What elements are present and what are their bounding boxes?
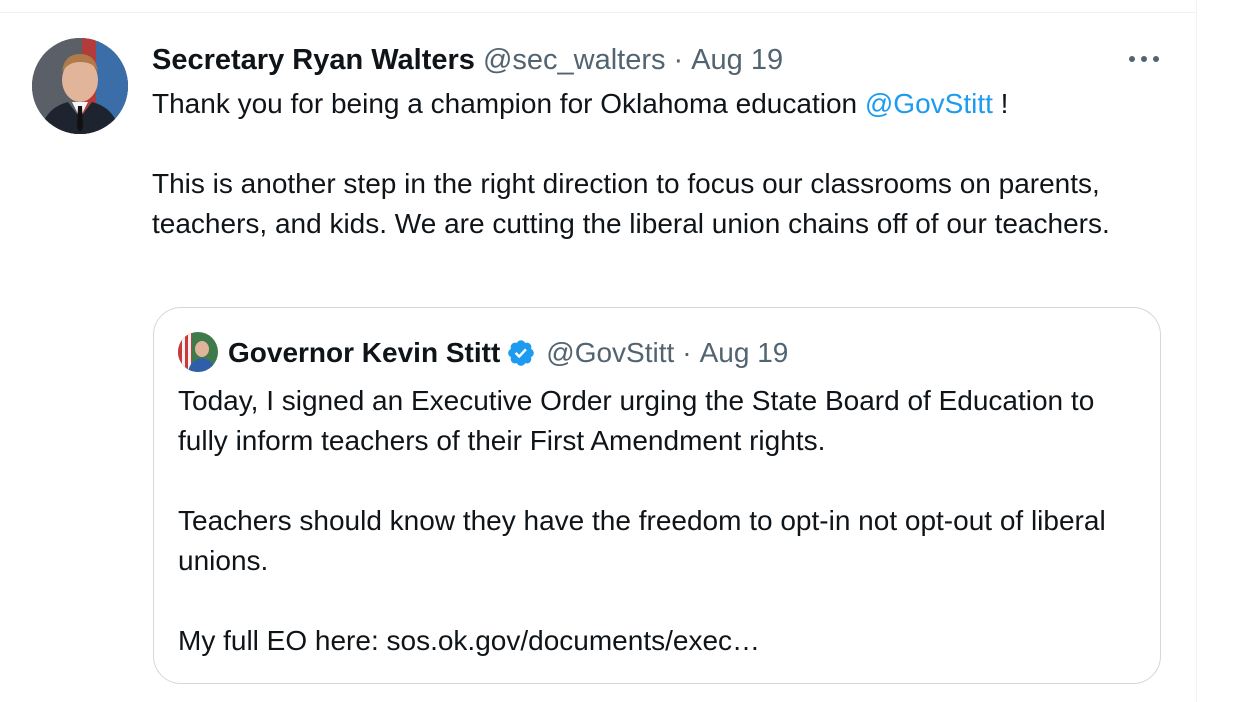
quoted-paragraph-3: My full EO here: sos.ok.gov/documents/ex… [178,625,761,656]
more-options-button[interactable] [1124,44,1164,74]
tweet-line-2: This is another step in the right direct… [152,168,1110,239]
tweet-page: Secretary Ryan Walters @sec_walters · Au… [0,0,1252,702]
verified-badge-icon [506,338,536,368]
quoted-paragraph-1: Today, I signed an Executive Order urgin… [178,385,1095,456]
tweet-line-1-suffix: ! [992,88,1009,119]
header-separator: · [673,43,684,76]
right-divider [1196,0,1197,702]
tweet-date[interactable]: Aug 19 [691,44,783,77]
quoted-tweet-header: Governor Kevin Stitt @GovStitt · Aug 19 [228,332,788,374]
author-avatar[interactable] [32,38,128,134]
quoted-tweet-date[interactable]: Aug 19 [700,337,789,369]
quoted-author-handle[interactable]: @GovStitt [546,337,674,369]
quoted-header-separator: · [682,337,692,368]
tweet-line-1-text: Thank you for being a champion for Oklah… [152,88,865,119]
more-horizontal-icon [1129,56,1159,62]
tweet-text: Thank you for being a champion for Oklah… [152,84,1162,244]
author-name[interactable]: Secretary Ryan Walters [152,44,475,77]
quoted-tweet-text: Today, I signed an Executive Order urgin… [178,381,1138,661]
tweet-header: Secretary Ryan Walters @sec_walters · Au… [152,40,783,80]
top-divider [0,12,1196,13]
quoted-tweet-card[interactable]: Governor Kevin Stitt @GovStitt · Aug 19 … [153,307,1161,684]
tweet-line-1: Thank you for being a champion for Oklah… [152,84,1162,124]
quoted-author-name[interactable]: Governor Kevin Stitt [228,337,500,369]
mention-link[interactable]: @GovStitt [865,88,993,119]
quoted-author-avatar[interactable] [178,332,218,372]
quoted-paragraph-2: Teachers should know they have the freed… [178,505,1106,576]
author-handle[interactable]: @sec_walters [483,44,666,77]
